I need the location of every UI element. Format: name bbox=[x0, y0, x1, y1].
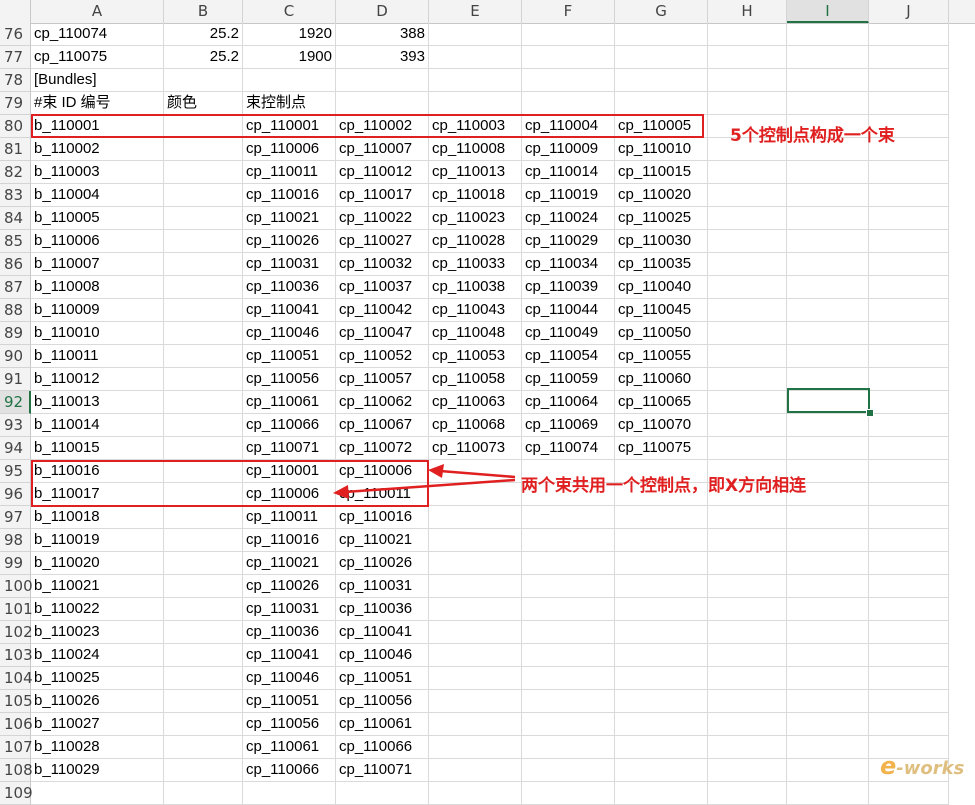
eworks-watermark-logo: e-works bbox=[880, 752, 965, 780]
annotation-arrows bbox=[333, 464, 516, 499]
arrow-head-lower bbox=[333, 485, 349, 499]
arrow-line-lower bbox=[344, 478, 516, 494]
arrow-line-upper bbox=[439, 469, 516, 479]
bundle-annotation-label: 5个控制点构成一个束 bbox=[730, 126, 895, 146]
spreadsheet-grid[interactable]: ABCDEFGHIJ 76 cp_110074 25.2 1920 388 77 cp_11… bbox=[0, 0, 975, 805]
arrow-head-upper bbox=[428, 464, 444, 478]
shared-point-annotation-label: 两个束共用一个控制点，即X方向相连 bbox=[521, 476, 807, 496]
